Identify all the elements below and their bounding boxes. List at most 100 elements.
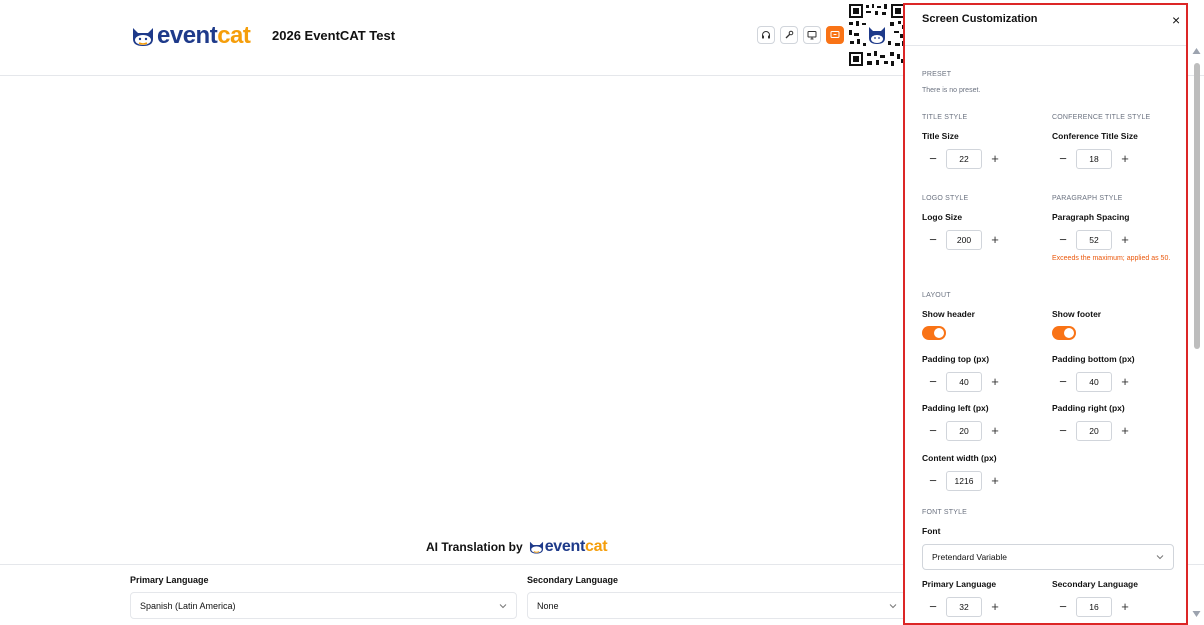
padding-right-label: Padding right (px) [1052, 403, 1125, 413]
eventcat-mini-logo: eventcat [528, 538, 608, 556]
close-icon[interactable]: × [1172, 13, 1180, 27]
padding-left-input[interactable]: 20 [946, 421, 982, 441]
font-secondary-language-label: Secondary Language [1052, 579, 1138, 589]
page: eventcat 2026 EventCAT Test AI Translati… [0, 0, 1204, 625]
plus-icon[interactable]: + [989, 600, 1001, 613]
plus-icon[interactable]: + [1119, 375, 1131, 388]
plus-icon[interactable]: + [1119, 233, 1131, 246]
scroll-up-icon[interactable] [1192, 47, 1201, 55]
minus-icon[interactable]: − [927, 233, 939, 246]
minus-icon[interactable]: − [927, 424, 939, 437]
settings-button[interactable] [780, 26, 798, 44]
logo-style-heading: LOGO STYLE [922, 195, 969, 202]
preset-heading: PRESET [922, 71, 952, 78]
primary-language-select[interactable]: Spanish (Latin America) [130, 592, 517, 619]
minus-icon[interactable]: − [927, 474, 939, 487]
plus-icon[interactable]: + [989, 233, 1001, 246]
mini-logo-text-event: event [544, 538, 586, 555]
padding-top-input[interactable]: 40 [946, 372, 982, 392]
display-button[interactable] [803, 26, 821, 44]
support-button[interactable] [757, 26, 775, 44]
secondary-language-select[interactable]: None [527, 592, 907, 619]
scrollbar-thumb[interactable] [1194, 63, 1200, 349]
screen-customization-button[interactable] [826, 26, 844, 44]
header-toolbar [757, 26, 844, 44]
headset-icon [762, 31, 770, 39]
ai-translation-credit: AI Translation by eventcat [426, 538, 608, 556]
title-size-label: Title Size [922, 131, 959, 141]
font-secondary-language-input[interactable]: 16 [1076, 597, 1112, 617]
minus-icon[interactable]: − [927, 600, 939, 613]
secondary-language-value: None [537, 600, 559, 611]
minus-icon[interactable]: − [1057, 375, 1069, 388]
cat-logo-icon [529, 541, 543, 554]
padding-top-stepper: − 40 + [927, 372, 1001, 392]
title-size-stepper: − 22 + [927, 149, 1001, 169]
content-width-label: Content width (px) [922, 453, 997, 463]
panel-divider [905, 45, 1186, 46]
logo-text-cat: cat [217, 22, 251, 49]
screen-customization-panel: Screen Customization × PRESET There is n… [903, 3, 1188, 625]
qr-code [848, 3, 906, 67]
logo-size-label: Logo Size [922, 212, 963, 222]
plus-icon[interactable]: + [1119, 152, 1131, 165]
plus-icon[interactable]: + [989, 424, 1001, 437]
eventcat-logo[interactable]: eventcat [130, 22, 251, 50]
conference-title-size-input[interactable]: 18 [1076, 149, 1112, 169]
minus-icon[interactable]: − [1057, 600, 1069, 613]
paragraph-style-heading: PARAGRAPH STYLE [1052, 195, 1123, 202]
title-size-input[interactable]: 22 [946, 149, 982, 169]
padding-bottom-input[interactable]: 40 [1076, 372, 1112, 392]
font-primary-language-input[interactable]: 32 [946, 597, 982, 617]
content-width-stepper: − 1216 + [927, 471, 1001, 491]
show-header-toggle[interactable] [922, 326, 946, 340]
font-secondary-language-stepper: − 16 + [1057, 597, 1131, 617]
conference-title-style-heading: CONFERENCE TITLE STYLE [1052, 114, 1151, 121]
conference-title-size-label: Conference Title Size [1052, 131, 1138, 141]
font-select[interactable]: Pretendard Variable [922, 544, 1174, 570]
secondary-language-label: Secondary Language [527, 575, 619, 585]
paragraph-spacing-stepper: − 52 + [1057, 230, 1131, 250]
primary-language-label: Primary Language [130, 575, 209, 585]
primary-language-value: Spanish (Latin America) [140, 600, 236, 611]
panel-title: Screen Customization [922, 13, 1038, 25]
plus-icon[interactable]: + [989, 474, 1001, 487]
layout-heading: LAYOUT [922, 292, 951, 299]
wrench-icon [785, 30, 794, 39]
minus-icon[interactable]: − [1057, 152, 1069, 165]
paragraph-spacing-input[interactable]: 52 [1076, 230, 1112, 250]
minus-icon[interactable]: − [927, 152, 939, 165]
logo-wordmark: eventcat [157, 22, 251, 50]
minus-icon[interactable]: − [1057, 233, 1069, 246]
event-title: 2026 EventCAT Test [272, 28, 396, 43]
minus-icon[interactable]: − [1057, 424, 1069, 437]
paragraph-spacing-warning: Exceeds the maximum; applied as 50. [1052, 255, 1171, 262]
font-primary-language-label: Primary Language [922, 579, 997, 589]
chevron-down-icon [1156, 555, 1164, 560]
chevron-down-icon [889, 603, 897, 608]
padding-left-label: Padding left (px) [922, 403, 989, 413]
font-primary-language-stepper: − 32 + [927, 597, 1001, 617]
paragraph-spacing-label: Paragraph Spacing [1052, 212, 1130, 222]
scroll-down-icon[interactable] [1192, 610, 1201, 618]
monitor-icon [807, 31, 817, 40]
logo-size-input[interactable]: 200 [946, 230, 982, 250]
preset-text: There is no preset. [922, 87, 981, 94]
content-width-input[interactable]: 1216 [946, 471, 982, 491]
logo-text-event: event [157, 22, 218, 49]
cat-logo-icon [133, 28, 153, 46]
panel-scrollbar[interactable] [1189, 45, 1204, 625]
plus-icon[interactable]: + [1119, 424, 1131, 437]
font-style-heading: FONT STYLE [922, 509, 968, 516]
minus-icon[interactable]: − [927, 375, 939, 388]
plus-icon[interactable]: + [1119, 600, 1131, 613]
padding-right-input[interactable]: 20 [1076, 421, 1112, 441]
toggle-knob [934, 328, 944, 338]
plus-icon[interactable]: + [989, 152, 1001, 165]
chevron-down-icon [499, 603, 507, 608]
title-style-heading: TITLE STYLE [922, 114, 968, 121]
plus-icon[interactable]: + [989, 375, 1001, 388]
mini-logo-text-cat: cat [585, 538, 608, 555]
show-footer-toggle[interactable] [1052, 326, 1076, 340]
padding-right-stepper: − 20 + [1057, 421, 1131, 441]
